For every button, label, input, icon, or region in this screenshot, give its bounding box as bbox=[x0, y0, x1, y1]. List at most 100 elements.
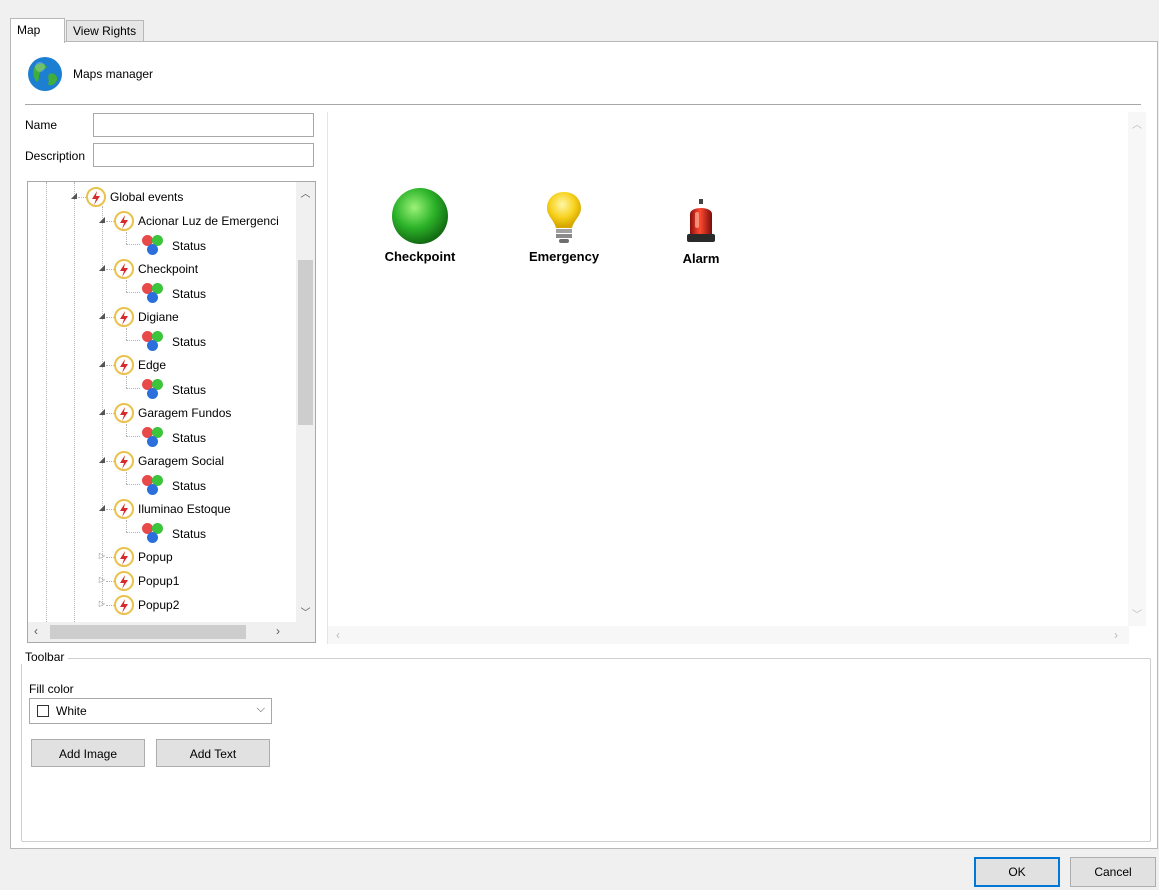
tree-node-status[interactable]: Status bbox=[142, 426, 242, 448]
description-label: Description bbox=[25, 149, 86, 163]
tab-map[interactable]: Map bbox=[10, 18, 65, 43]
scroll-up-icon[interactable]: ︿ bbox=[296, 185, 315, 200]
tree-node-label: Global events bbox=[110, 190, 184, 204]
status-dots-icon bbox=[142, 522, 166, 544]
map-item-checkpoint[interactable]: Checkpoint bbox=[380, 186, 460, 264]
scroll-left-icon[interactable]: ‹ bbox=[336, 628, 340, 642]
name-label: Name bbox=[25, 118, 58, 132]
tree-node-event[interactable]: ◢ Garagem Social bbox=[98, 450, 292, 472]
fill-color-select[interactable]: White ⌵ bbox=[29, 698, 272, 724]
tree-node-label: Popup bbox=[138, 550, 173, 564]
tree-node-event[interactable]: ◢ Acionar Luz de Emergenci bbox=[98, 210, 292, 232]
scroll-up-icon[interactable]: ︿ bbox=[1132, 116, 1142, 131]
event-bolt-icon bbox=[114, 451, 134, 471]
status-dots-icon bbox=[142, 282, 166, 304]
status-label: Status bbox=[172, 239, 207, 253]
tree-node-event[interactable]: ▷ Popup1 bbox=[98, 570, 292, 592]
status-label: Status bbox=[172, 287, 207, 301]
status-label: Status bbox=[172, 383, 207, 397]
tree-guide bbox=[46, 182, 47, 622]
expand-arrow-icon[interactable]: ▷ bbox=[98, 552, 106, 560]
collapse-arrow-icon[interactable]: ◢ bbox=[98, 408, 106, 416]
lightbulb-icon bbox=[547, 192, 581, 243]
fill-color-value: White bbox=[56, 704, 87, 718]
event-bolt-icon bbox=[114, 259, 134, 279]
ok-button[interactable]: OK bbox=[974, 857, 1060, 887]
chevron-down-icon[interactable]: ⌵ bbox=[257, 703, 265, 716]
add-image-button[interactable]: Add Image bbox=[31, 739, 145, 767]
tree-node-status[interactable]: Status bbox=[142, 474, 242, 496]
map-item-alarm[interactable]: Alarm bbox=[664, 198, 738, 266]
event-bolt-icon bbox=[114, 355, 134, 375]
fill-color-label: Fill color bbox=[29, 682, 74, 696]
scroll-thumb[interactable] bbox=[298, 260, 313, 425]
tree-node-event[interactable]: ◢ Digiane bbox=[98, 306, 292, 328]
tree-node-event[interactable]: ◢ Edge bbox=[98, 354, 292, 376]
name-field[interactable] bbox=[93, 113, 314, 137]
tree-node-global-events[interactable]: ◢ Global events bbox=[70, 186, 290, 208]
expand-arrow-icon[interactable]: ▷ bbox=[98, 600, 106, 608]
tree-node-event[interactable]: ▷ Popup2 bbox=[98, 594, 292, 616]
tree-node-status[interactable]: Status bbox=[142, 234, 242, 256]
collapse-arrow-icon[interactable]: ◢ bbox=[98, 504, 106, 512]
description-field[interactable] bbox=[93, 143, 314, 167]
map-canvas[interactable]: Checkpoint Emergency Alarm ︿ ﹀ ‹ › bbox=[327, 112, 1146, 644]
globe-icon bbox=[28, 57, 62, 91]
add-text-button[interactable]: Add Text bbox=[156, 739, 270, 767]
tree-node-label: Popup1 bbox=[138, 574, 180, 588]
event-bolt-icon bbox=[114, 211, 134, 231]
scroll-left-icon[interactable]: ‹ bbox=[34, 624, 38, 638]
tab-view-rights[interactable]: View Rights bbox=[66, 20, 144, 42]
map-item-label: Checkpoint bbox=[384, 249, 456, 264]
event-bolt-icon bbox=[114, 595, 134, 615]
status-dots-icon bbox=[142, 234, 166, 256]
cancel-button[interactable]: Cancel bbox=[1070, 857, 1156, 887]
collapse-arrow-icon[interactable]: ◢ bbox=[98, 216, 106, 224]
tree-node-status[interactable]: Status bbox=[142, 378, 242, 400]
map-item-emergency[interactable]: Emergency bbox=[524, 190, 604, 264]
page-title: Maps manager bbox=[73, 67, 154, 81]
tree-node-event[interactable]: ◢ Iluminao Estoque bbox=[98, 498, 292, 520]
tree-vertical-scrollbar[interactable]: ︿ ﹀ bbox=[296, 182, 315, 622]
scroll-thumb[interactable] bbox=[50, 625, 246, 639]
green-ball-icon bbox=[392, 188, 448, 244]
canvas-horizontal-scrollbar[interactable]: ‹ › bbox=[328, 626, 1129, 644]
toolbar-group-title: Toolbar bbox=[21, 650, 69, 664]
scroll-right-icon[interactable]: › bbox=[1114, 628, 1118, 642]
tree-node-event[interactable]: ▷ Popup bbox=[98, 546, 292, 568]
event-bolt-icon bbox=[114, 499, 134, 519]
tree-node-event[interactable]: ◢ Garagem Fundos bbox=[98, 402, 292, 424]
map-tab-panel: Maps manager Name Description ◢ Global e… bbox=[10, 41, 1158, 849]
scroll-right-icon[interactable]: › bbox=[276, 624, 280, 638]
map-item-label: Emergency bbox=[528, 249, 600, 264]
siren-icon bbox=[687, 199, 715, 242]
status-label: Status bbox=[172, 335, 207, 349]
scroll-down-icon[interactable]: ﹀ bbox=[1132, 606, 1142, 621]
tree-node-event[interactable]: ◢ Checkpoint bbox=[98, 258, 292, 280]
tree-horizontal-scrollbar[interactable]: ‹ › bbox=[28, 622, 315, 642]
scroll-down-icon[interactable]: ﹀ bbox=[296, 604, 315, 619]
tree-node-label: Garagem Social bbox=[138, 454, 225, 468]
status-dots-icon bbox=[142, 330, 166, 352]
status-label: Status bbox=[172, 527, 207, 541]
collapse-arrow-icon[interactable]: ◢ bbox=[70, 192, 78, 200]
status-dots-icon bbox=[142, 474, 166, 496]
collapse-arrow-icon[interactable]: ◢ bbox=[98, 456, 106, 464]
canvas-vertical-scrollbar[interactable]: ︿ ﹀ bbox=[1128, 112, 1146, 626]
event-bolt-icon bbox=[114, 547, 134, 567]
tree-node-status[interactable]: Status bbox=[142, 330, 242, 352]
tree-node-label: Digiane bbox=[138, 310, 179, 324]
collapse-arrow-icon[interactable]: ◢ bbox=[98, 312, 106, 320]
collapse-arrow-icon[interactable]: ◢ bbox=[98, 264, 106, 272]
event-bolt-icon bbox=[114, 307, 134, 327]
tree-node-status[interactable]: Status bbox=[142, 282, 242, 304]
events-tree[interactable]: ◢ Global events ◢ Acionar Luz de Emergen… bbox=[27, 181, 316, 643]
color-swatch bbox=[37, 705, 49, 717]
expand-arrow-icon[interactable]: ▷ bbox=[98, 576, 106, 584]
collapse-arrow-icon[interactable]: ◢ bbox=[98, 360, 106, 368]
tree-node-status[interactable]: Status bbox=[142, 522, 242, 544]
tree-node-label: Acionar Luz de Emergenci bbox=[138, 214, 279, 228]
status-dots-icon bbox=[142, 378, 166, 400]
status-label: Status bbox=[172, 479, 207, 493]
status-label: Status bbox=[172, 431, 207, 445]
